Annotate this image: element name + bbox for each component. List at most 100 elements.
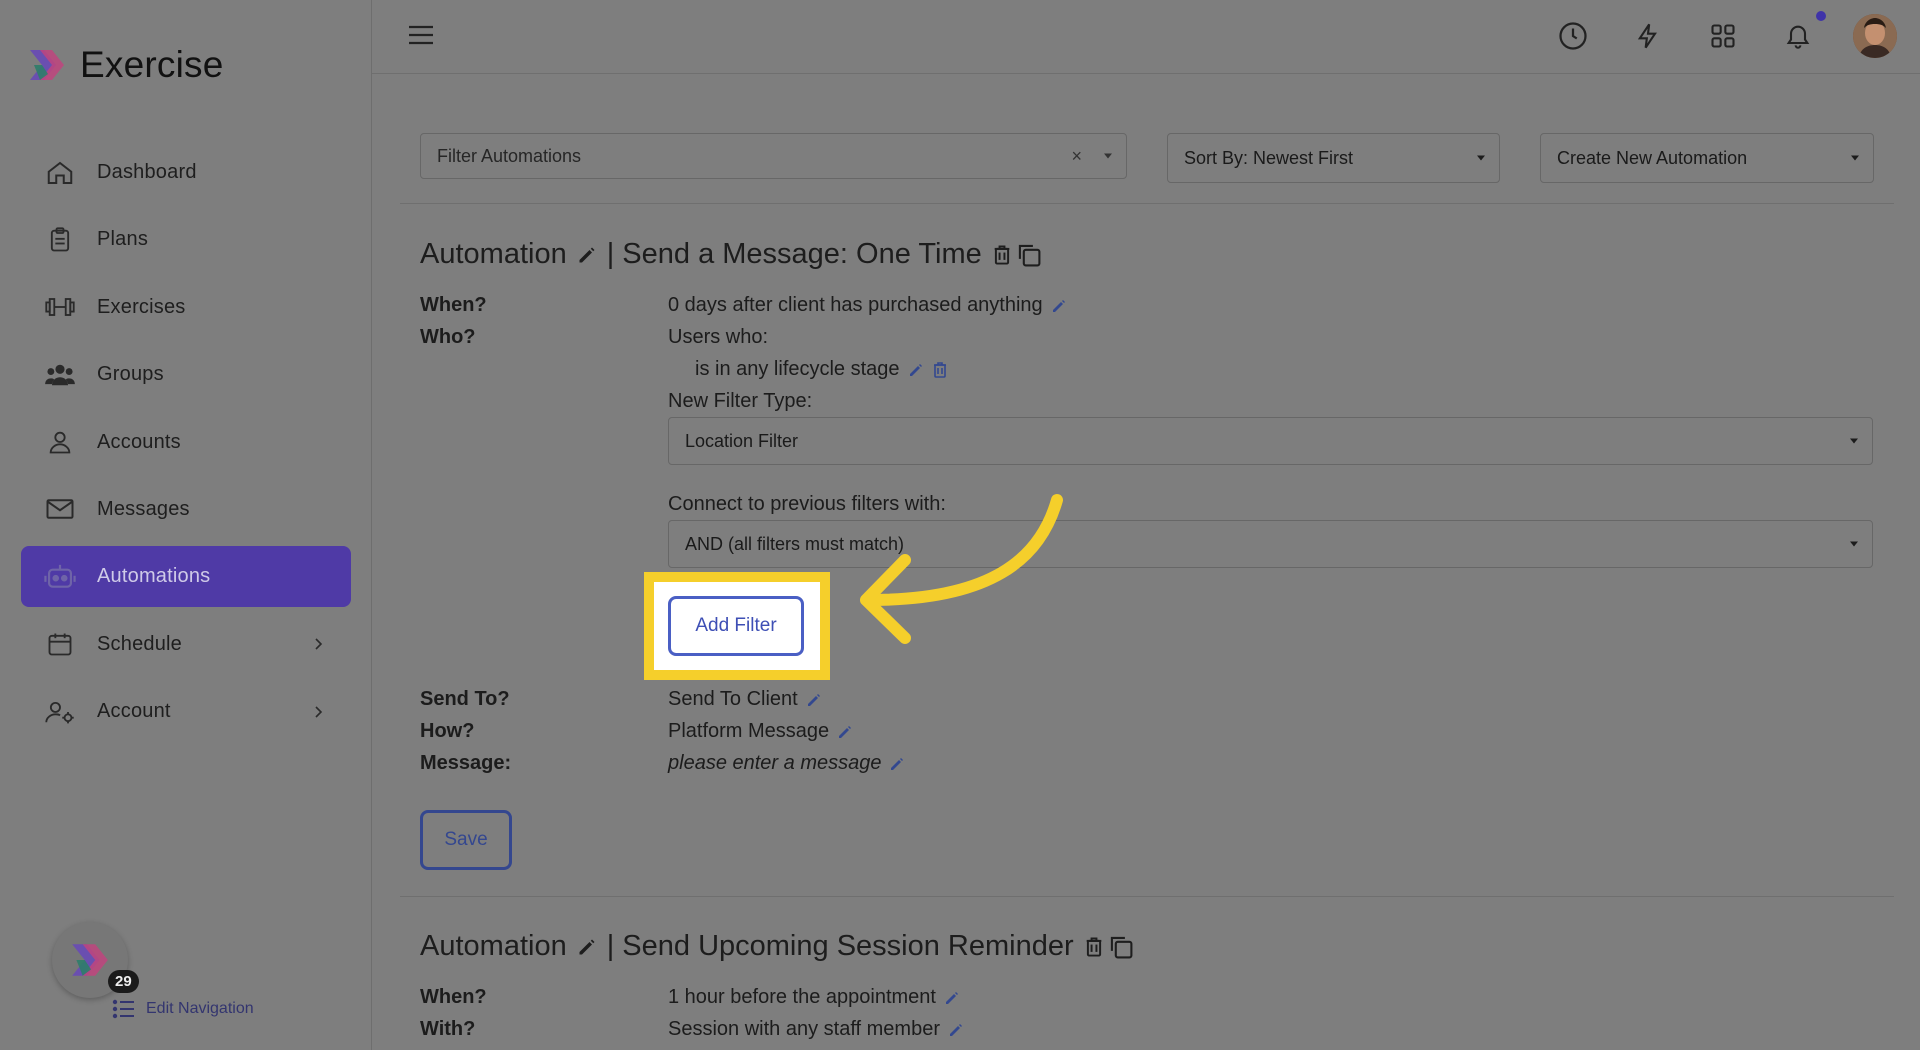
copy-icon[interactable] bbox=[1108, 934, 1134, 960]
edit-navigation-label: Edit Navigation bbox=[146, 1000, 254, 1017]
sidebar-item-label: Exercises bbox=[97, 295, 186, 318]
pencil-icon[interactable] bbox=[948, 1022, 964, 1038]
with-label: With? bbox=[420, 1018, 476, 1040]
caret-down-icon bbox=[1477, 155, 1485, 161]
pencil-icon[interactable] bbox=[806, 692, 822, 708]
new-filter-type-label: New Filter Type: bbox=[668, 390, 813, 412]
message-value: please enter a message bbox=[668, 752, 905, 775]
when-text: 1 hour before the appointment bbox=[668, 986, 936, 1008]
pencil-icon[interactable] bbox=[889, 756, 905, 772]
pencil-icon[interactable] bbox=[944, 990, 960, 1006]
new-filter-type-select[interactable]: Location Filter bbox=[668, 417, 1873, 465]
sidebar-item-label: Account bbox=[97, 700, 171, 723]
divider bbox=[400, 896, 1894, 897]
lightning-icon[interactable] bbox=[1632, 20, 1664, 52]
sidebar-item-label: Schedule bbox=[97, 632, 182, 655]
who-value: Users who: bbox=[668, 326, 769, 348]
when-value: 0 days after client has purchased anythi… bbox=[668, 294, 1067, 317]
apps-grid-icon[interactable] bbox=[1707, 20, 1739, 52]
sidebar-item-label: Automations bbox=[97, 565, 211, 588]
pencil-icon[interactable] bbox=[1051, 298, 1067, 314]
filter-item-text: is in any lifecycle stage bbox=[695, 358, 900, 380]
sidebar-item-exercises[interactable]: Exercises bbox=[21, 277, 351, 338]
trash-icon[interactable] bbox=[992, 244, 1012, 266]
who-label: Who? bbox=[420, 326, 476, 348]
pencil-icon[interactable] bbox=[577, 937, 597, 957]
sidebar-item-label: Plans bbox=[97, 228, 149, 251]
when-text: 0 days after client has purchased anythi… bbox=[668, 294, 1043, 316]
connect-wrapper: AND (all filters must match) bbox=[668, 520, 1873, 568]
brand-logo-icon bbox=[30, 50, 64, 80]
create-label: Create New Automation bbox=[1557, 147, 1748, 168]
sidebar: Exercise Dashboard Plans Exercises Group… bbox=[0, 0, 372, 1050]
sidebar-item-dashboard[interactable]: Dashboard bbox=[21, 142, 351, 203]
automation-title-prefix: Automation bbox=[420, 930, 567, 962]
sidebar-item-plans[interactable]: Plans bbox=[21, 209, 351, 270]
pencil-icon[interactable] bbox=[577, 245, 597, 265]
create-automation-select[interactable]: Create New Automation bbox=[1540, 133, 1874, 183]
sidebar-item-account[interactable]: Account bbox=[21, 681, 351, 742]
pointer-arrow-icon bbox=[860, 494, 1063, 644]
users-icon bbox=[43, 358, 77, 392]
new-filter-type-wrapper: Location Filter bbox=[668, 417, 1873, 465]
notification-dot bbox=[1816, 11, 1826, 21]
caret-down-icon bbox=[1104, 153, 1112, 159]
brand[interactable]: Exercise bbox=[26, 44, 223, 86]
calendar-icon bbox=[43, 627, 77, 661]
clear-icon[interactable]: × bbox=[1071, 146, 1082, 167]
user-avatar[interactable] bbox=[1853, 14, 1897, 58]
bell-icon[interactable] bbox=[1782, 20, 1814, 52]
trash-icon[interactable] bbox=[1084, 936, 1104, 958]
divider bbox=[400, 203, 1894, 204]
sidebar-item-messages[interactable]: Messages bbox=[21, 479, 351, 540]
sort-label: Sort By: Newest First bbox=[1184, 147, 1354, 168]
message-label: Message: bbox=[420, 752, 512, 774]
sort-select[interactable]: Sort By: Newest First bbox=[1167, 133, 1500, 183]
nav-launcher[interactable]: 29 bbox=[52, 922, 139, 998]
notification-count-badge: 29 bbox=[108, 970, 139, 993]
chevron-right-icon bbox=[315, 706, 323, 718]
sidebar-item-label: Accounts bbox=[97, 430, 181, 453]
save-button[interactable]: Save bbox=[420, 810, 512, 870]
pencil-icon[interactable] bbox=[837, 724, 853, 740]
when-label: When? bbox=[420, 294, 487, 316]
edit-navigation-link[interactable]: Edit Navigation bbox=[112, 998, 254, 1020]
caret-down-icon bbox=[1850, 541, 1858, 547]
topbar bbox=[372, 0, 1920, 74]
copy-icon[interactable] bbox=[1016, 242, 1042, 268]
clipboard-icon bbox=[43, 223, 77, 257]
sidebar-item-schedule[interactable]: Schedule bbox=[21, 614, 351, 675]
automation-title-name: | Send Upcoming Session Reminder bbox=[606, 930, 1074, 962]
filter-placeholder: Filter Automations bbox=[437, 145, 582, 166]
sidebar-item-accounts[interactable]: Accounts bbox=[21, 412, 351, 473]
with-value: Session with any staff member bbox=[668, 1018, 964, 1041]
new-filter-type-value: Location Filter bbox=[685, 430, 799, 451]
dumbbell-icon bbox=[43, 290, 77, 324]
robot-icon bbox=[43, 560, 77, 594]
sidebar-item-automations[interactable]: Automations bbox=[21, 546, 351, 608]
connect-select[interactable]: AND (all filters must match) bbox=[668, 520, 1873, 568]
automation-title-name: | Send a Message: One Time bbox=[606, 238, 982, 270]
sidebar-item-label: Dashboard bbox=[97, 161, 197, 183]
with-text: Session with any staff member bbox=[668, 1018, 940, 1040]
send-to-label: Send To? bbox=[420, 688, 510, 710]
trash-icon[interactable] bbox=[932, 361, 948, 379]
how-label: How? bbox=[420, 720, 475, 742]
filter-automations-select[interactable]: Filter Automations × bbox=[420, 133, 1127, 179]
mail-icon bbox=[43, 492, 77, 526]
caret-down-icon bbox=[1851, 155, 1859, 161]
chevron-right-icon bbox=[315, 638, 323, 650]
pencil-icon[interactable] bbox=[908, 362, 924, 378]
sidebar-item-label: Groups bbox=[97, 363, 164, 386]
how-value: Platform Message bbox=[668, 720, 853, 743]
automation-title: Automation | Send a Message: One Time bbox=[420, 238, 1042, 271]
hamburger-menu-icon[interactable] bbox=[408, 24, 434, 46]
caret-down-icon bbox=[1850, 438, 1858, 444]
avatar-image-icon bbox=[1853, 14, 1897, 58]
filter-item: is in any lifecycle stage bbox=[695, 358, 948, 381]
brand-logo-icon bbox=[72, 944, 108, 976]
add-filter-button[interactable]: Add Filter bbox=[668, 596, 804, 656]
when-label: When? bbox=[420, 986, 487, 1008]
history-icon[interactable] bbox=[1557, 20, 1589, 52]
sidebar-item-groups[interactable]: Groups bbox=[21, 344, 351, 405]
